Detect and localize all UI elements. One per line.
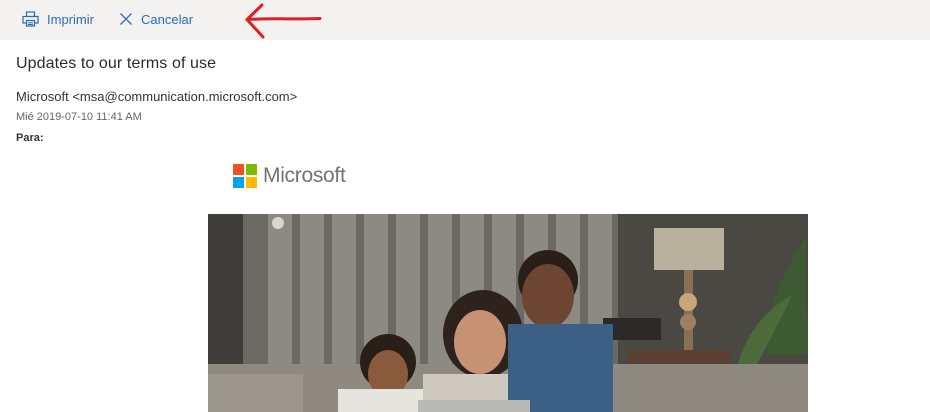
print-button[interactable]: Imprimir: [22, 8, 94, 30]
microsoft-logo-text: Microsoft: [263, 164, 346, 187]
cancel-label: Cancelar: [141, 11, 194, 27]
toolbar: Imprimir Cancelar: [0, 0, 930, 40]
close-icon: [119, 12, 133, 26]
message-subject: Updates to our terms of use: [16, 55, 217, 72]
microsoft-windows-logo-icon: [233, 164, 257, 188]
printer-icon: [22, 11, 39, 27]
print-label: Imprimir: [47, 11, 94, 27]
message-sender: Microsoft <msa@communication.microsoft.c…: [16, 89, 298, 104]
hero-image: [208, 214, 808, 412]
cancel-button[interactable]: Cancelar: [119, 8, 193, 30]
microsoft-logo: Microsoft: [233, 164, 346, 188]
message-date: Mié 2019-07-10 11:41 AM: [16, 111, 142, 123]
red-arrow-left-icon: [242, 1, 324, 46]
message-to-label: Para:: [16, 132, 44, 144]
